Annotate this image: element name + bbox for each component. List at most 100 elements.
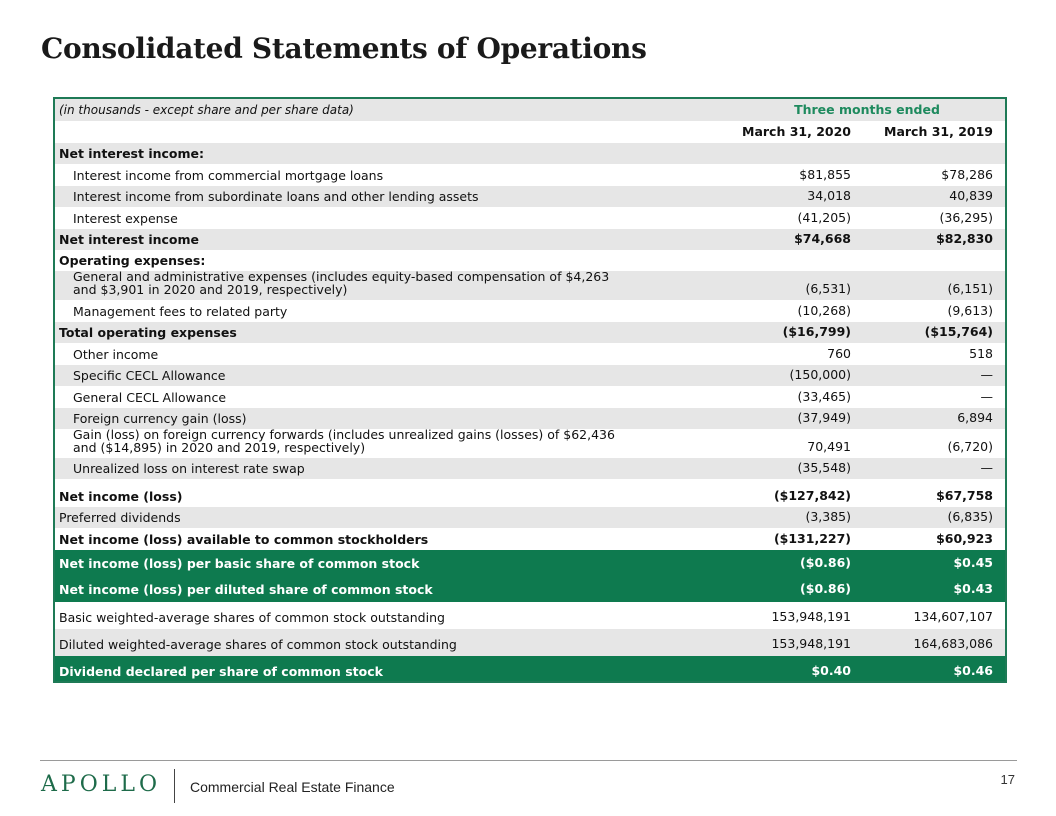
row-value-2019: 40,839 xyxy=(949,188,993,203)
row-value-2020: 760 xyxy=(827,346,851,361)
row-label: Dividend declared per share of common st… xyxy=(59,664,383,679)
row-value-2019: 164,683,086 xyxy=(913,636,993,651)
page-title: Consolidated Statements of Operations xyxy=(41,32,647,65)
row-value-2020: (10,268) xyxy=(797,303,852,318)
row-label: Interest income from commercial mortgage… xyxy=(73,168,384,183)
table-header-row-2: March 31, 2020 March 31, 2019 xyxy=(55,121,1005,143)
row-value-2019: $60,923 xyxy=(936,531,993,546)
table-header-row-1: (in thousands - except share and per sha… xyxy=(55,99,1005,121)
row-label: Management fees to related party xyxy=(73,304,288,319)
row-label: Specific CECL Allowance xyxy=(73,368,226,383)
row-value-2020: (3,385) xyxy=(805,509,851,524)
table-row: Management fees to related party (10,268… xyxy=(55,300,1005,322)
row-value-2020: 153,948,191 xyxy=(771,609,851,624)
row-value-2019: — xyxy=(980,367,994,382)
table-row: Specific CECL Allowance (150,000) — xyxy=(55,365,1005,386)
row-label: Net income (loss) per basic share of com… xyxy=(59,556,420,571)
row-value-2020: ($0.86) xyxy=(800,581,851,596)
division-name: Commercial Real Estate Finance xyxy=(190,779,395,795)
table-row-highlight: Dividend declared per share of common st… xyxy=(55,656,1005,681)
row-value-2019: 134,607,107 xyxy=(913,609,993,624)
row-value-2020: (35,548) xyxy=(797,460,852,475)
footer-divider xyxy=(40,760,1017,761)
table-row: Diluted weighted-average shares of commo… xyxy=(55,629,1005,656)
page-number: 17 xyxy=(1000,772,1015,787)
row-value-2020: $74,668 xyxy=(794,231,851,246)
row-value-2019: 6,894 xyxy=(957,410,993,425)
row-value-2019: $0.45 xyxy=(953,555,993,570)
apollo-logo: APOLLO xyxy=(41,772,161,797)
row-label: General and administrative expenses (inc… xyxy=(73,269,610,297)
row-value-2019: $82,830 xyxy=(936,231,993,246)
row-value-2020: 34,018 xyxy=(807,188,851,203)
row-label: General CECL Allowance xyxy=(73,390,227,405)
row-label: Foreign currency gain (loss) xyxy=(73,411,247,426)
row-label: Basic weighted-average shares of common … xyxy=(59,610,445,625)
row-value-2020: $0.40 xyxy=(811,663,851,678)
row-label: Net interest income xyxy=(59,232,199,247)
table-row: Net interest income: xyxy=(55,143,1005,164)
table-row: Unrealized loss on interest rate swap (3… xyxy=(55,458,1005,479)
row-label: Interest expense xyxy=(73,211,178,226)
row-label: Net income (loss) per diluted share of c… xyxy=(59,582,433,597)
row-value-2019: (36,295) xyxy=(939,210,994,225)
row-label: Operating expenses: xyxy=(59,253,206,268)
row-value-2020: $81,855 xyxy=(799,167,851,182)
table-row: General CECL Allowance (33,465) — xyxy=(55,386,1005,408)
row-value-2020: (37,949) xyxy=(797,410,852,425)
row-label: Other income xyxy=(73,347,159,362)
row-value-2019: $0.43 xyxy=(953,581,993,596)
row-label: Gain (loss) on foreign currency forwards… xyxy=(73,427,615,455)
table-row: Operating expenses: xyxy=(55,250,1005,271)
row-label: Net interest income: xyxy=(59,146,204,161)
table-row: Gain (loss) on foreign currency forwards… xyxy=(55,427,1005,458)
row-value-2020: (6,531) xyxy=(805,281,851,296)
row-label: Net income (loss) available to common st… xyxy=(59,532,429,547)
row-value-2020: (41,205) xyxy=(797,210,852,225)
table-row: Net interest income $74,668 $82,830 xyxy=(55,229,1005,250)
row-value-2020: 70,491 xyxy=(807,439,851,454)
column-header-2019: March 31, 2019 xyxy=(884,124,993,139)
row-label: Unrealized loss on interest rate swap xyxy=(73,461,305,476)
table-row: Foreign currency gain (loss) (37,949) 6,… xyxy=(55,408,1005,429)
row-label: Interest income from subordinate loans a… xyxy=(73,189,479,204)
table-row: Total operating expenses ($16,799) ($15,… xyxy=(55,322,1005,343)
table-row-highlight: Net income (loss) per basic share of com… xyxy=(55,550,1005,576)
table-row: General and administrative expenses (inc… xyxy=(55,269,1005,300)
logo-separator xyxy=(174,769,175,803)
table-row-highlight: Net income (loss) per diluted share of c… xyxy=(55,576,1005,602)
row-label: Diluted weighted-average shares of commo… xyxy=(59,637,457,652)
row-value-2019: (9,613) xyxy=(947,303,993,318)
row-value-2019: — xyxy=(980,389,994,404)
row-value-2020: (33,465) xyxy=(797,389,852,404)
row-value-2019: $78,286 xyxy=(941,167,993,182)
operations-table: (in thousands - except share and per sha… xyxy=(53,97,1007,683)
row-label: Net income (loss) xyxy=(59,489,183,504)
row-value-2020: ($16,799) xyxy=(782,324,851,339)
row-value-2020: ($0.86) xyxy=(800,555,851,570)
row-label: Total operating expenses xyxy=(59,325,237,340)
row-value-2019: — xyxy=(980,460,994,475)
table-row: Basic weighted-average shares of common … xyxy=(55,602,1005,629)
row-value-2019: (6,720) xyxy=(947,439,993,454)
table-row: Interest expense (41,205) (36,295) xyxy=(55,207,1005,229)
period-group-header: Three months ended xyxy=(794,102,940,117)
table-row: Preferred dividends (3,385) (6,835) xyxy=(55,507,1005,528)
row-value-2020: ($131,227) xyxy=(773,531,851,546)
row-value-2019: ($15,764) xyxy=(924,324,993,339)
column-header-2020: March 31, 2020 xyxy=(742,124,851,139)
row-value-2019: 518 xyxy=(969,346,993,361)
table-row: Net income (loss) ($127,842) $67,758 xyxy=(55,479,1005,507)
table-row: Interest income from subordinate loans a… xyxy=(55,186,1005,207)
table-row: Net income (loss) available to common st… xyxy=(55,528,1005,550)
table-row: Other income 760 518 xyxy=(55,343,1005,365)
row-value-2019: (6,151) xyxy=(947,281,993,296)
row-value-2019: (6,835) xyxy=(947,509,993,524)
row-label: Preferred dividends xyxy=(59,510,181,525)
row-value-2020: (150,000) xyxy=(789,367,851,382)
row-value-2019: $67,758 xyxy=(936,488,993,503)
row-value-2019: $0.46 xyxy=(953,663,993,678)
row-value-2020: 153,948,191 xyxy=(771,636,851,651)
row-value-2020: ($127,842) xyxy=(773,488,851,503)
table-row: Interest income from commercial mortgage… xyxy=(55,164,1005,186)
